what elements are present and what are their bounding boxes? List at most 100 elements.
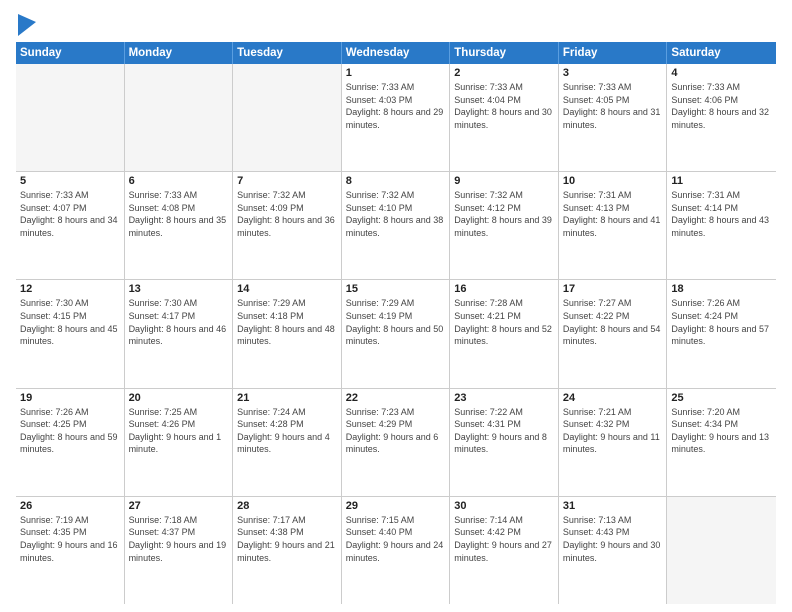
cell-data: Sunrise: 7:33 AM Sunset: 4:04 PM Dayligh… — [454, 81, 554, 131]
calendar-cell: 20 Sunrise: 7:25 AM Sunset: 4:26 PM Dayli… — [125, 389, 234, 496]
day-number: 27 — [129, 500, 229, 512]
cell-data: Sunrise: 7:19 AM Sunset: 4:35 PM Dayligh… — [20, 514, 120, 564]
header-day-sunday: Sunday — [16, 42, 125, 64]
calendar-cell: 28Sunrise: 7:17 AM Sunset: 4:38 PM Dayli… — [233, 497, 342, 604]
calendar-cell: 9Sunrise: 7:32 AM Sunset: 4:12 PM Daylig… — [450, 172, 559, 279]
cell-data: Sunrise: 7:24 AM Sunset: 4:28 PM Dayligh… — [237, 406, 337, 456]
calendar-cell: 27Sunrise: 7:18 AM Sunset: 4:37 PM Dayli… — [125, 497, 234, 604]
day-number: 29 — [346, 500, 446, 512]
cell-data: Sunrise: 7:14 AM Sunset: 4:42 PM Dayligh… — [454, 514, 554, 564]
calendar-cell: 26 Sunrise: 7:19 AM Sunset: 4:35 PM Dayli… — [16, 497, 125, 604]
cell-data: Sunrise: 7:25 AM Sunset: 4:26 PM Dayligh… — [129, 406, 229, 456]
calendar-body: 1 Sunrise: 7:33 AM Sunset: 4:03 PM Daylig… — [16, 64, 776, 604]
day-number: 26 — [20, 500, 120, 512]
cell-data: Sunrise: 7:27 AM Sunset: 4:22 PM Dayligh… — [563, 297, 663, 347]
day-number: 5 — [20, 175, 120, 187]
calendar-cell — [233, 64, 342, 171]
day-number: 7 — [237, 175, 337, 187]
logo-icon — [18, 14, 36, 36]
calendar-row-5: 26 Sunrise: 7:19 AM Sunset: 4:35 PM Dayli… — [16, 497, 776, 604]
header-day-saturday: Saturday — [667, 42, 776, 64]
calendar-cell: 21 Sunrise: 7:24 AM Sunset: 4:28 PM Dayli… — [233, 389, 342, 496]
header-day-wednesday: Wednesday — [342, 42, 451, 64]
day-number: 24 — [563, 392, 663, 404]
day-number: 19 — [20, 392, 120, 404]
day-number: 1 — [346, 67, 446, 79]
day-number: 10 — [563, 175, 663, 187]
calendar-cell: 25 Sunrise: 7:20 AM Sunset: 4:34 PM Dayli… — [667, 389, 776, 496]
logo — [16, 16, 36, 36]
cell-data: Sunrise: 7:33 AM Sunset: 4:05 PM Dayligh… — [563, 81, 663, 131]
cell-data: Sunrise: 7:15 AM Sunset: 4:40 PM Dayligh… — [346, 514, 446, 564]
day-number: 21 — [237, 392, 337, 404]
cell-data: Sunrise: 7:23 AM Sunset: 4:29 PM Dayligh… — [346, 406, 446, 456]
cell-data: Sunrise: 7:13 AM Sunset: 4:43 PM Dayligh… — [563, 514, 663, 564]
day-number: 14 — [237, 283, 337, 295]
cell-data: Sunrise: 7:33 AM Sunset: 4:07 PM Dayligh… — [20, 189, 120, 239]
cell-data: Sunrise: 7:33 AM Sunset: 4:03 PM Dayligh… — [346, 81, 446, 131]
calendar-cell: 1 Sunrise: 7:33 AM Sunset: 4:03 PM Daylig… — [342, 64, 451, 171]
cell-data: Sunrise: 7:33 AM Sunset: 4:08 PM Dayligh… — [129, 189, 229, 239]
day-number: 2 — [454, 67, 554, 79]
day-number: 16 — [454, 283, 554, 295]
cell-data: Sunrise: 7:32 AM Sunset: 4:10 PM Dayligh… — [346, 189, 446, 239]
cell-data: Sunrise: 7:28 AM Sunset: 4:21 PM Dayligh… — [454, 297, 554, 347]
calendar-cell: 13 Sunrise: 7:30 AM Sunset: 4:17 PM Dayli… — [125, 280, 234, 387]
calendar-cell: 12Sunrise: 7:30 AM Sunset: 4:15 PM Dayli… — [16, 280, 125, 387]
calendar-cell — [125, 64, 234, 171]
day-number: 4 — [671, 67, 772, 79]
calendar-cell: 19 Sunrise: 7:26 AM Sunset: 4:25 PM Dayli… — [16, 389, 125, 496]
header-day-monday: Monday — [125, 42, 234, 64]
calendar-cell: 10 Sunrise: 7:31 AM Sunset: 4:13 PM Dayli… — [559, 172, 668, 279]
day-number: 12 — [20, 283, 120, 295]
calendar-cell: 4Sunrise: 7:33 AM Sunset: 4:06 PM Daylig… — [667, 64, 776, 171]
calendar-cell — [667, 497, 776, 604]
calendar-cell: 18Sunrise: 7:26 AM Sunset: 4:24 PM Dayli… — [667, 280, 776, 387]
day-number: 6 — [129, 175, 229, 187]
header-day-thursday: Thursday — [450, 42, 559, 64]
calendar-cell: 23 Sunrise: 7:22 AM Sunset: 4:31 PM Dayli… — [450, 389, 559, 496]
cell-data: Sunrise: 7:32 AM Sunset: 4:09 PM Dayligh… — [237, 189, 337, 239]
calendar-cell: 31 Sunrise: 7:13 AM Sunset: 4:43 PM Dayli… — [559, 497, 668, 604]
calendar-cell: 8 Sunrise: 7:32 AM Sunset: 4:10 PM Daylig… — [342, 172, 451, 279]
day-number: 30 — [454, 500, 554, 512]
cell-data: Sunrise: 7:21 AM Sunset: 4:32 PM Dayligh… — [563, 406, 663, 456]
day-number: 17 — [563, 283, 663, 295]
header-day-friday: Friday — [559, 42, 668, 64]
header-day-tuesday: Tuesday — [233, 42, 342, 64]
day-number: 20 — [129, 392, 229, 404]
calendar-row-2: 5 Sunrise: 7:33 AM Sunset: 4:07 PM Daylig… — [16, 172, 776, 280]
cell-data: Sunrise: 7:20 AM Sunset: 4:34 PM Dayligh… — [671, 406, 772, 456]
day-number: 28 — [237, 500, 337, 512]
day-number: 3 — [563, 67, 663, 79]
day-number: 8 — [346, 175, 446, 187]
calendar-header: SundayMondayTuesdayWednesdayThursdayFrid… — [16, 42, 776, 64]
calendar-cell: 5 Sunrise: 7:33 AM Sunset: 4:07 PM Daylig… — [16, 172, 125, 279]
cell-data: Sunrise: 7:22 AM Sunset: 4:31 PM Dayligh… — [454, 406, 554, 456]
cell-data: Sunrise: 7:31 AM Sunset: 4:13 PM Dayligh… — [563, 189, 663, 239]
calendar-cell: 15 Sunrise: 7:29 AM Sunset: 4:19 PM Dayli… — [342, 280, 451, 387]
day-number: 31 — [563, 500, 663, 512]
header — [16, 12, 776, 36]
day-number: 13 — [129, 283, 229, 295]
calendar-cell: 7 Sunrise: 7:32 AM Sunset: 4:09 PM Daylig… — [233, 172, 342, 279]
day-number: 25 — [671, 392, 772, 404]
calendar: SundayMondayTuesdayWednesdayThursdayFrid… — [16, 42, 776, 604]
calendar-row-4: 19 Sunrise: 7:26 AM Sunset: 4:25 PM Dayli… — [16, 389, 776, 497]
cell-data: Sunrise: 7:29 AM Sunset: 4:19 PM Dayligh… — [346, 297, 446, 347]
calendar-cell — [16, 64, 125, 171]
cell-data: Sunrise: 7:26 AM Sunset: 4:25 PM Dayligh… — [20, 406, 120, 456]
calendar-cell: 30 Sunrise: 7:14 AM Sunset: 4:42 PM Dayli… — [450, 497, 559, 604]
cell-data: Sunrise: 7:31 AM Sunset: 4:14 PM Dayligh… — [671, 189, 772, 239]
page: SundayMondayTuesdayWednesdayThursdayFrid… — [0, 0, 792, 612]
cell-data: Sunrise: 7:32 AM Sunset: 4:12 PM Dayligh… — [454, 189, 554, 239]
calendar-cell: 16 Sunrise: 7:28 AM Sunset: 4:21 PM Dayli… — [450, 280, 559, 387]
calendar-row-3: 12Sunrise: 7:30 AM Sunset: 4:15 PM Dayli… — [16, 280, 776, 388]
calendar-cell: 14 Sunrise: 7:29 AM Sunset: 4:18 PM Dayli… — [233, 280, 342, 387]
cell-data: Sunrise: 7:30 AM Sunset: 4:17 PM Dayligh… — [129, 297, 229, 347]
cell-data: Sunrise: 7:29 AM Sunset: 4:18 PM Dayligh… — [237, 297, 337, 347]
day-number: 18 — [671, 283, 772, 295]
day-number: 15 — [346, 283, 446, 295]
calendar-cell: 29 Sunrise: 7:15 AM Sunset: 4:40 PM Dayli… — [342, 497, 451, 604]
day-number: 23 — [454, 392, 554, 404]
